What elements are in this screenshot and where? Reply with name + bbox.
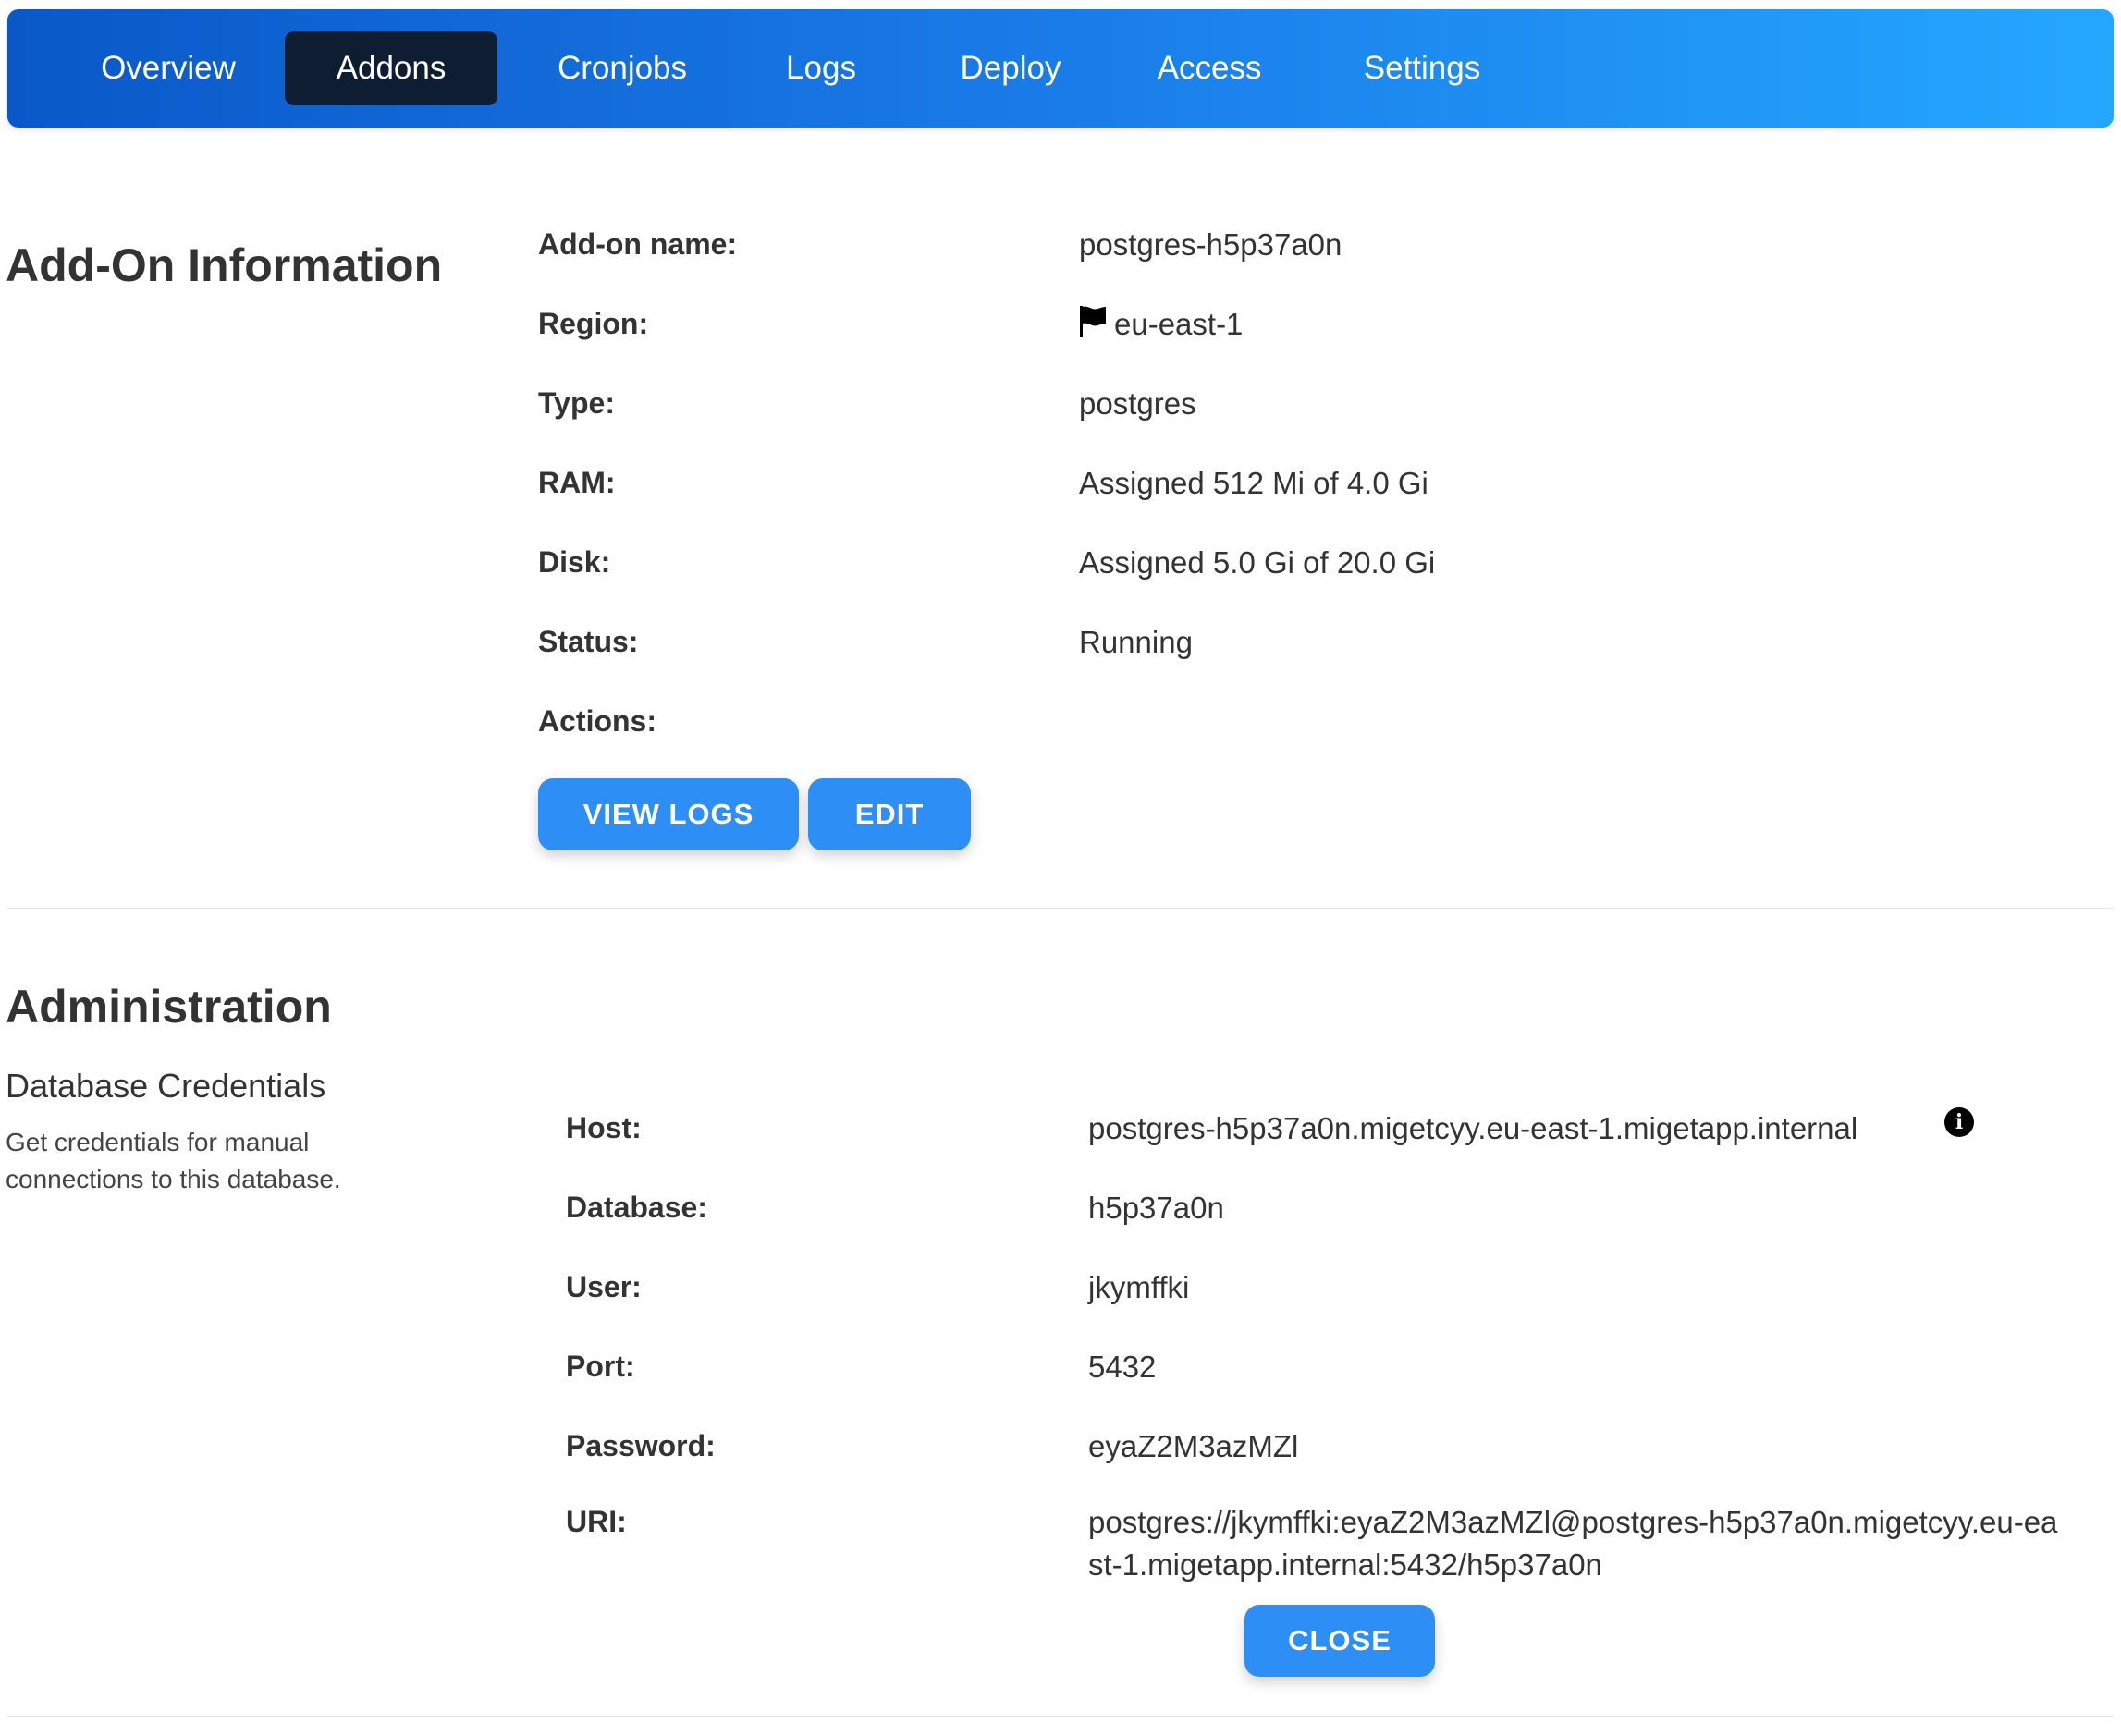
field-label-region: Region: [538,307,649,340]
tab-deploy[interactable]: Deploy [932,31,1089,105]
field-value-host: postgres-h5p37a0n.migetcyy.eu-east-1.mig… [1088,1111,1858,1145]
tab-settings[interactable]: Settings [1339,31,1505,105]
field-label-host: Host: [566,1111,642,1144]
section-divider [7,908,2114,909]
tab-overview[interactable]: Overview [63,31,274,105]
field-label-addon-name: Add-on name: [538,227,738,261]
close-button[interactable]: CLOSE [1244,1605,1435,1677]
field-value-password: eyaZ2M3azMZl [1088,1429,1299,1463]
database-credentials-title: Database Credentials [6,1067,326,1105]
field-label-ram: RAM: [538,466,616,499]
field-label-uri: URI: [566,1505,627,1538]
field-value-uri: postgres://jkymffki:eyaZ2M3azMZl@postgre… [1088,1505,2058,1582]
tab-cronjobs[interactable]: Cronjobs [525,31,719,105]
field-value-region: eu-east-1 [1114,307,1244,341]
view-logs-button[interactable]: VIEW LOGS [538,778,799,850]
field-value-port: 5432 [1088,1350,1157,1384]
top-nav: Overview Addons Cronjobs Logs Deploy Acc… [7,9,2114,128]
field-value-status: Running [1079,625,1193,659]
field-label-database: Database: [566,1191,707,1224]
tab-logs[interactable]: Logs [756,31,886,105]
field-value-database: h5p37a0n [1088,1191,1224,1225]
field-value-user: jkymffki [1088,1270,1190,1304]
field-label-type: Type: [538,386,615,420]
info-icon[interactable]: i [1944,1107,1974,1137]
edit-button[interactable]: EDIT [808,778,971,850]
field-label-port: Port: [566,1350,635,1383]
tab-access[interactable]: Access [1135,31,1283,105]
field-value-type: postgres [1079,386,1196,421]
addon-info-title: Add-On Information [6,239,443,291]
field-value-ram: Assigned 512 Mi of 4.0 Gi [1079,466,1428,500]
administration-title: Administration [6,981,332,1033]
field-label-user: User: [566,1270,642,1303]
flag-icon [1080,306,1106,337]
field-label-status: Status: [538,625,639,658]
field-label-password: Password: [566,1429,716,1462]
field-label-disk: Disk: [538,545,611,579]
bottom-divider [7,1716,2114,1717]
tab-addons[interactable]: Addons [285,31,497,105]
database-credentials-description: Get credentials for manual connections t… [6,1128,341,1193]
field-label-actions: Actions: [538,704,656,738]
field-value-disk: Assigned 5.0 Gi of 20.0 Gi [1079,545,1436,580]
field-value-addon-name: postgres-h5p37a0n [1079,227,1342,262]
